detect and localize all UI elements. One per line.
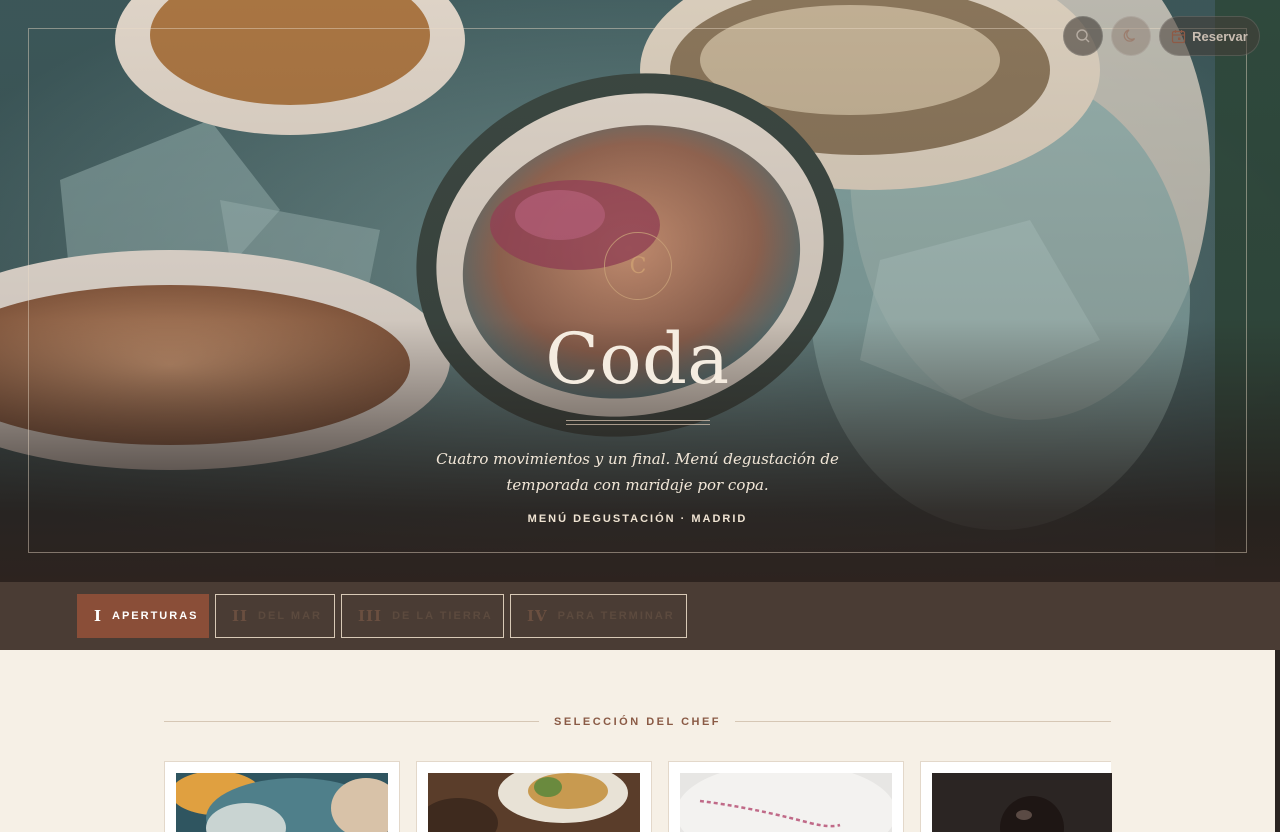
tab-numeral: IV [527, 607, 548, 625]
dish-photo-chocolate [932, 773, 1112, 832]
reserve-label: Reservar [1192, 28, 1248, 44]
section-title: SELECCIÓN DEL CHEF [553, 716, 722, 728]
tab-del-mar[interactable]: II DEL MAR [215, 594, 335, 638]
dish-card[interactable] [920, 761, 1112, 832]
hero: C Coda Cuatro movimientos y un final. Me… [0, 0, 1280, 582]
tab-de-la-tierra[interactable]: III DE LA TIERRA [341, 594, 504, 638]
moon-icon [1123, 29, 1136, 42]
main-content: SELECCIÓN DEL CHEF [0, 650, 1275, 832]
search-button[interactable] [1063, 16, 1103, 56]
tab-label: APERTURAS [112, 610, 199, 622]
hero-kicker: MENÚ DEGUSTACIÓN · MADRID [527, 513, 748, 525]
tab-numeral: I [94, 607, 103, 625]
title-divider [566, 424, 710, 425]
tab-label: DEL MAR [258, 610, 322, 622]
hero-description: Cuatro movimientos y un final. Menú degu… [436, 450, 839, 494]
dish-photo-oysters [176, 773, 388, 832]
tab-label: DE LA TIERRA [392, 610, 493, 622]
theme-toggle-button[interactable] [1111, 16, 1151, 56]
search-icon [1076, 29, 1090, 43]
tab-aperturas[interactable]: I APERTURAS [77, 594, 209, 638]
calendar-icon [1172, 29, 1186, 43]
title-divider [566, 420, 710, 421]
course-tabs: I APERTURAS II DEL MAR III DE LA TIERRA … [0, 582, 1280, 650]
tab-label: PARA TERMINAR [557, 610, 675, 622]
dish-card[interactable] [416, 761, 652, 832]
tab-para-terminar[interactable]: IV PARA TERMINAR [510, 594, 687, 638]
section-divider [735, 721, 1111, 722]
scrollbar[interactable] [1275, 650, 1280, 832]
dish-photo-sauce [680, 773, 892, 832]
dish-card[interactable] [164, 761, 400, 832]
dish-photo-plate [428, 773, 640, 832]
logo-monogram: C [604, 232, 672, 300]
dish-card[interactable] [668, 761, 904, 832]
page-title: Coda [545, 318, 730, 400]
reserve-button[interactable]: Reservar [1159, 16, 1260, 56]
tab-numeral: III [358, 607, 383, 625]
tab-numeral: II [232, 607, 249, 625]
